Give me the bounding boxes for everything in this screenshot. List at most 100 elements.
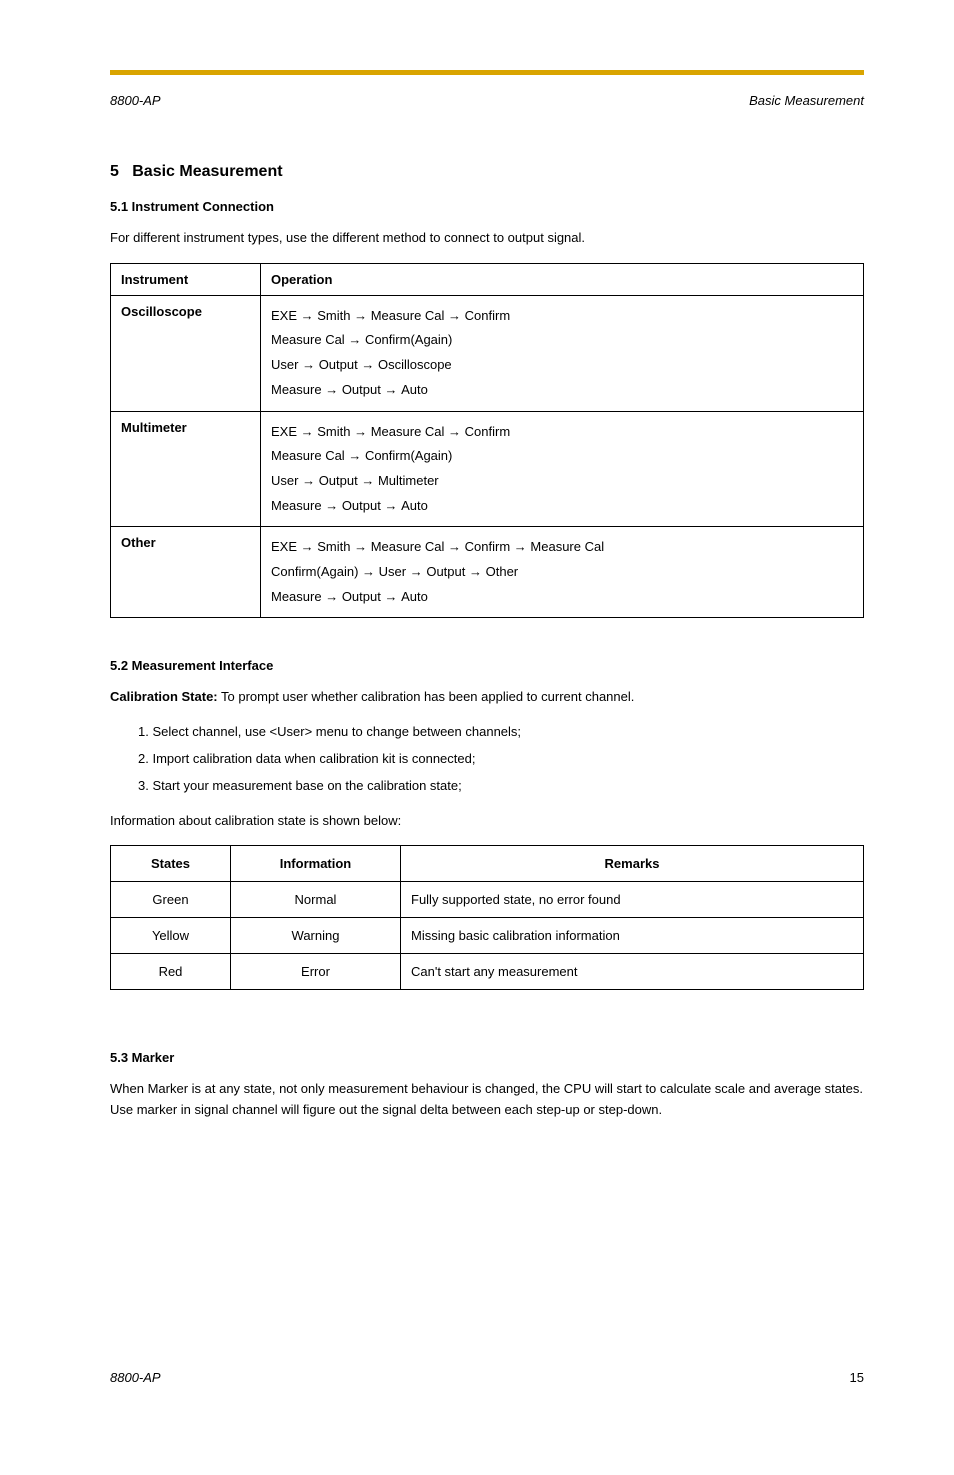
table1-operation-cell: EXE → Smith → Measure Cal → ConfirmMeasu… <box>261 411 864 527</box>
table1-instrument-cell: Multimeter <box>111 411 261 527</box>
arrow-icon: → <box>297 308 317 323</box>
step-token: Measure Cal <box>271 448 345 463</box>
step-token: Output <box>319 357 358 372</box>
step-token: Output <box>342 589 381 604</box>
step-token: Measure Cal <box>371 424 445 439</box>
operation-step: Measure → Output → Auto <box>271 378 853 403</box>
table1-header-operation: Operation <box>261 263 864 295</box>
step-token: Output <box>342 498 381 513</box>
table2-remarks-cell: Missing basic calibration information <box>401 918 864 954</box>
table2-info-cell: Normal <box>231 882 401 918</box>
operation-step: Measure → Output → Auto <box>271 494 853 519</box>
step-token: Other <box>486 564 519 579</box>
operation-step: EXE → Smith → Measure Cal → Confirm → Me… <box>271 535 853 560</box>
step-token: Confirm(Again) <box>271 564 358 579</box>
section-5-2-heading: 5.2 Measurement Interface <box>110 658 864 673</box>
chapter-number: 5 <box>110 163 119 180</box>
table2-state-cell: Yellow <box>111 918 231 954</box>
step-token: Measure Cal <box>371 539 445 554</box>
step-token: Measure Cal <box>371 308 445 323</box>
operation-step: Measure → Output → Auto <box>271 585 853 610</box>
arrow-icon: → <box>350 308 370 323</box>
table2-info-cell: Warning <box>231 918 401 954</box>
footer-model: 8800-AP <box>110 1370 161 1385</box>
step-token: Confirm <box>465 308 511 323</box>
step-token: Confirm(Again) <box>365 448 452 463</box>
arrow-icon: → <box>350 424 370 439</box>
step-token: EXE <box>271 539 297 554</box>
arrow-icon: → <box>298 357 318 372</box>
arrow-icon: → <box>406 564 426 579</box>
arrow-icon: → <box>444 424 464 439</box>
calibration-list: 1. Select channel, use <User> menu to ch… <box>110 722 864 796</box>
section-5-1-heading: 5.1 Instrument Connection <box>110 199 864 214</box>
arrow-icon: → <box>358 357 378 372</box>
section-5-2-para2: Information about calibration state is s… <box>110 811 864 832</box>
step-token: Measure <box>271 589 322 604</box>
operation-step: EXE → Smith → Measure Cal → Confirm <box>271 420 853 445</box>
operation-step: Measure Cal → Confirm(Again) <box>271 328 853 353</box>
arrow-icon: → <box>322 498 342 513</box>
arrow-icon: → <box>350 539 370 554</box>
step-token: Smith <box>317 308 350 323</box>
arrow-icon: → <box>322 589 342 604</box>
arrow-icon: → <box>510 539 530 554</box>
step-token: EXE <box>271 308 297 323</box>
arrow-icon: → <box>345 332 365 347</box>
header-accent-bar <box>110 70 864 75</box>
step-token: Smith <box>317 539 350 554</box>
step-token: EXE <box>271 424 297 439</box>
arrow-icon: → <box>444 539 464 554</box>
arrow-icon: → <box>444 308 464 323</box>
table2-header-remarks: Remarks <box>401 846 864 882</box>
operation-step: User → Output → Oscilloscope <box>271 353 853 378</box>
step-token: Auto <box>401 498 428 513</box>
step-token: Confirm(Again) <box>365 332 452 347</box>
step-token: User <box>379 564 406 579</box>
table1-operation-cell: EXE → Smith → Measure Cal → ConfirmMeasu… <box>261 295 864 411</box>
step-token: Oscilloscope <box>378 357 452 372</box>
arrow-icon: → <box>297 424 317 439</box>
step-token: User <box>271 473 298 488</box>
instrument-connection-table: Instrument Operation OscilloscopeEXE → S… <box>110 263 864 619</box>
arrow-icon: → <box>381 589 401 604</box>
list-item: 1. Select channel, use <User> menu to ch… <box>138 722 864 743</box>
section-5-3-heading: 5.3 Marker <box>110 1050 864 1065</box>
step-token: Output <box>319 473 358 488</box>
page-header: 8800-AP Basic Measurement <box>110 93 864 108</box>
list-item: 2. Import calibration data when calibrat… <box>138 749 864 770</box>
step-token: Measure Cal <box>271 332 345 347</box>
section-5-1-para: For different instrument types, use the … <box>110 228 864 249</box>
step-token: User <box>271 357 298 372</box>
page-footer: 8800-AP 15 <box>110 1370 864 1385</box>
operation-step: User → Output → Multimeter <box>271 469 853 494</box>
section-5-3-para: When Marker is at any state, not only me… <box>110 1079 864 1121</box>
arrow-icon: → <box>381 498 401 513</box>
table1-instrument-cell: Other <box>111 527 261 618</box>
footer-page-number: 15 <box>850 1370 864 1385</box>
calibration-state-label: Calibration State: <box>110 689 218 704</box>
calibration-state-table: States Information Remarks GreenNormalFu… <box>110 845 864 990</box>
arrow-icon: → <box>322 382 342 397</box>
step-token: Auto <box>401 382 428 397</box>
arrow-icon: → <box>297 539 317 554</box>
operation-step: Confirm(Again) → User → Output → Other <box>271 560 853 585</box>
table2-state-cell: Red <box>111 954 231 990</box>
operation-step: EXE → Smith → Measure Cal → Confirm <box>271 304 853 329</box>
table2-info-cell: Error <box>231 954 401 990</box>
header-model: 8800-AP <box>110 93 161 108</box>
table2-state-cell: Green <box>111 882 231 918</box>
table1-operation-cell: EXE → Smith → Measure Cal → Confirm → Me… <box>261 527 864 618</box>
table2-header-information: Information <box>231 846 401 882</box>
header-section: Basic Measurement <box>749 93 864 108</box>
section-5-2-intro: Calibration State: To prompt user whethe… <box>110 687 864 708</box>
arrow-icon: → <box>358 473 378 488</box>
arrow-icon: → <box>358 564 378 579</box>
arrow-icon: → <box>465 564 485 579</box>
step-token: Measure Cal <box>530 539 604 554</box>
step-token: Confirm <box>465 539 511 554</box>
step-token: Measure <box>271 382 322 397</box>
list-item: 3. Start your measurement base on the ca… <box>138 776 864 797</box>
calibration-state-desc: To prompt user whether calibration has b… <box>218 689 635 704</box>
table1-header-instrument: Instrument <box>111 263 261 295</box>
